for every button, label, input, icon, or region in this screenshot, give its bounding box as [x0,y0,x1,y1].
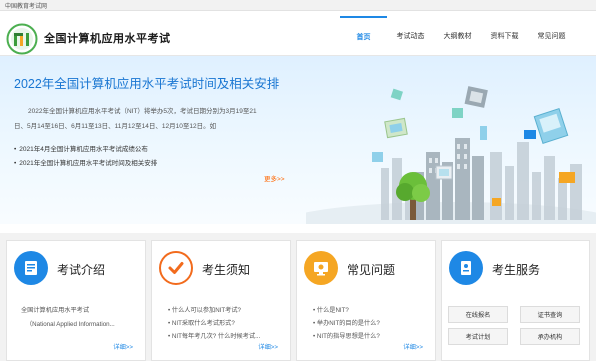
checkmark-icon [159,251,193,285]
card-intro-line: 全国计算机应用水平考试 [21,307,90,314]
nav-syllabus[interactable]: 大纲教材 [434,16,481,56]
nav-faq[interactable]: 常见问题 [528,16,575,56]
card-title[interactable]: 常见问题 [347,261,395,278]
document-icon [14,251,48,285]
faq-screen-icon [304,251,338,285]
card-title[interactable]: 考生服务 [492,261,540,278]
card-more-link[interactable]: 详细>> [403,342,423,351]
list-item[interactable]: 什么人可以参加NIT考试? [168,304,260,317]
card-title[interactable]: 考试介绍 [57,261,105,278]
certificate-query-button[interactable]: 证书查询 [520,306,580,323]
feature-cards: 考试介绍 全国计算机应用水平考试 （National Applied Infor… [0,233,596,361]
card-title[interactable]: 考生须知 [202,261,250,278]
list-item[interactable]: NIT的指导思想是什么? [313,330,380,343]
banner-title[interactable]: 2022年全国计算机应用水平考试时间及相关安排 [14,73,279,92]
card-more-link[interactable]: 详细>> [113,342,133,351]
banner-news-item[interactable]: 2021年4月全国计算机应用水平考试成绩公布 [14,143,157,157]
nit-logo-icon[interactable] [6,23,38,55]
nav-home[interactable]: 首页 [340,16,387,56]
list-item[interactable]: 什么是NIT? [313,304,380,317]
card-candidate-notice: 考生须知 什么人可以参加NIT考试? NIT采取什么考试形式? NIT每年考几次… [151,240,291,361]
city-illustration-icon [306,86,596,224]
banner-news-list: 2021年4月全国计算机应用水平考试成绩公布 2021年全国计算机应用水平考试时… [14,143,157,171]
hero-banner: 2022年全国计算机应用水平考试时间及相关安排 2022年全国计算机应用水平考试… [0,56,596,224]
main-nav: 首页 考试动态 大纲教材 资料下载 常见问题 [340,16,575,56]
list-item[interactable]: NIT每年考几次? 什么时候考试... [168,330,260,343]
card-candidate-service: 考生服务 在线报名 证书查询 考试计划 承办机构 [441,240,590,361]
list-item[interactable]: NIT采取什么考试形式? [168,317,260,330]
exam-plan-button[interactable]: 考试计划 [448,328,508,345]
card-more-link[interactable]: 详细>> [258,342,278,351]
banner-description: 2022年全国计算机应用水平考试（NIT）将举办5次，考试日期分别为3月19至2… [14,108,257,130]
nav-exam-news[interactable]: 考试动态 [387,16,434,56]
nav-downloads[interactable]: 资料下载 [481,16,528,56]
banner-news-item[interactable]: 2021年全国计算机应用水平考试时间及相关安排 [14,157,157,171]
top-bar-site-label[interactable]: 中国教育考试网 [5,1,47,10]
top-bar: 中国教育考试网 [0,0,596,11]
host-institution-button[interactable]: 承办机构 [520,328,580,345]
banner-more-link[interactable]: 更多>> [264,173,285,183]
header: 全国计算机应用水平考试 首页 考试动态 大纲教材 资料下载 常见问题 [0,11,596,56]
card-intro-text: 全国计算机应用水平考试 （National Applied Informatio… [21,304,115,332]
card-notice-list: 什么人可以参加NIT考试? NIT采取什么考试形式? NIT每年考几次? 什么时… [168,304,260,343]
site-title[interactable]: 全国计算机应用水平考试 [44,30,171,46]
service-button-grid: 在线报名 证书查询 考试计划 承办机构 [448,306,582,345]
card-faq: 常见问题 什么是NIT? 举办NIT的目的是什么? NIT的指导思想是什么? 详… [296,240,436,361]
card-intro-line: （National Applied Information... [26,321,115,328]
online-registration-button[interactable]: 在线报名 [448,306,508,323]
list-item[interactable]: 举办NIT的目的是什么? [313,317,380,330]
card-exam-intro: 考试介绍 全国计算机应用水平考试 （National Applied Infor… [6,240,146,361]
card-faq-list: 什么是NIT? 举办NIT的目的是什么? NIT的指导思想是什么? [313,304,380,343]
id-card-icon [449,251,483,285]
